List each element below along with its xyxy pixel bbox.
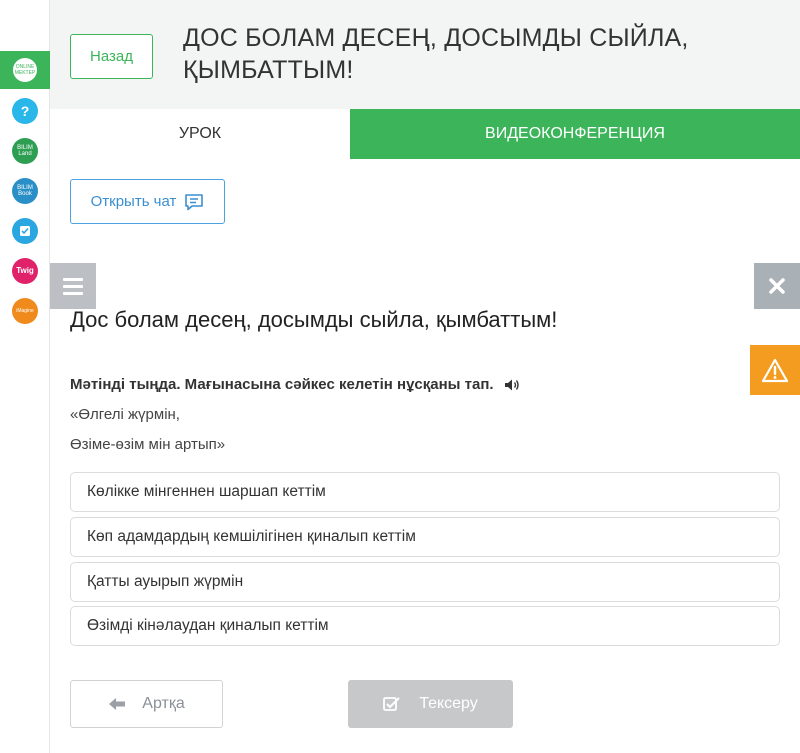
check-button[interactable]: Тексеру bbox=[348, 680, 513, 728]
sidebar-item-bilimland[interactable]: BILIM Land bbox=[0, 132, 50, 170]
sidebar-item-twig[interactable]: Twig bbox=[0, 252, 50, 290]
sidebar-item-online-mektep[interactable]: ONLINE MEKTEP bbox=[0, 51, 50, 89]
sidebar-item-help[interactable]: ? bbox=[0, 92, 50, 130]
help-icon: ? bbox=[12, 98, 38, 124]
back-nav-button[interactable]: Артқа bbox=[70, 680, 223, 728]
check-label: Тексеру bbox=[419, 695, 478, 712]
warning-icon bbox=[761, 358, 789, 382]
page-title-line2: ҚЫМБАТТЫМ! bbox=[183, 56, 354, 84]
answer-option[interactable]: Қатты ауырып жүрмін bbox=[70, 562, 780, 602]
bilimland-icon: BILIM Land bbox=[12, 138, 38, 164]
sidebar-item-test[interactable] bbox=[0, 212, 50, 250]
page-title: ДОС БОЛАМ ДЕСЕҢ, ДОСЫМДЫ СЫЙЛА, ҚЫМБАТТЫ… bbox=[183, 22, 743, 86]
back-nav-label: Артқа bbox=[142, 695, 185, 712]
test-icon bbox=[12, 218, 38, 244]
quote-line1: «Өлгелі жүрмін, bbox=[70, 406, 180, 423]
answer-option[interactable]: Көп адамдардың кемшілігінен қиналып кетт… bbox=[70, 517, 780, 557]
lesson-title: Дос болам десең, досымды сыйла, қымбатты… bbox=[70, 307, 558, 332]
close-icon bbox=[769, 278, 785, 294]
chat-icon bbox=[185, 193, 204, 210]
twig-icon: Twig bbox=[12, 258, 38, 284]
task-text: Мәтінді тыңда. Мағынасына сәйкес келетін… bbox=[70, 376, 494, 393]
answer-option[interactable]: Көлікке мінгеннен шаршап кеттім bbox=[70, 472, 780, 512]
tab-videoconference[interactable]: ВИДЕОКОНФЕРЕНЦИЯ bbox=[350, 109, 800, 159]
menu-toggle-button[interactable] bbox=[50, 263, 96, 309]
open-chat-label: Открыть чат bbox=[90, 193, 177, 210]
sidebar-item-imagine[interactable]: iMagine bbox=[0, 292, 50, 330]
back-button[interactable]: Назад bbox=[70, 34, 153, 79]
close-panel-button[interactable] bbox=[754, 263, 800, 309]
lesson-header: Назад ДОС БОЛАМ ДЕСЕҢ, ДОСЫМДЫ СЫЙЛА, ҚЫ… bbox=[50, 0, 800, 109]
arrow-left-icon bbox=[109, 698, 126, 710]
page-title-line1: ДОС БОЛАМ ДЕСЕҢ, ДОСЫМДЫ СЫЙЛА, bbox=[183, 24, 689, 52]
quote-line2: Өзіме-өзім мін артып» bbox=[70, 436, 226, 453]
bilimbook-icon: BILIM Book bbox=[12, 178, 38, 204]
checkbox-icon bbox=[383, 697, 400, 711]
sidebar-item-bilimbook[interactable]: BILIM Book bbox=[0, 172, 50, 210]
answer-option[interactable]: Өзімді кінәлаудан қиналып кеттім bbox=[70, 606, 780, 646]
imagine-icon: iMagine bbox=[12, 298, 38, 324]
online-mektep-icon: ONLINE MEKTEP bbox=[13, 58, 37, 82]
speaker-icon[interactable] bbox=[504, 378, 520, 392]
task-instruction: Мәтінді тыңда. Мағынасына сәйкес келетін… bbox=[70, 376, 520, 393]
left-sidebar: ONLINE MEKTEP ? BILIM Land BILIM Book Twig … bbox=[0, 0, 50, 753]
hamburger-icon bbox=[63, 277, 83, 281]
tab-bar: УРОК ВИДЕОКОНФЕРЕНЦИЯ bbox=[50, 109, 800, 159]
report-problem-button[interactable] bbox=[750, 345, 800, 395]
tab-lesson[interactable]: УРОК bbox=[50, 109, 350, 159]
open-chat-button[interactable]: Открыть чат bbox=[70, 179, 225, 224]
